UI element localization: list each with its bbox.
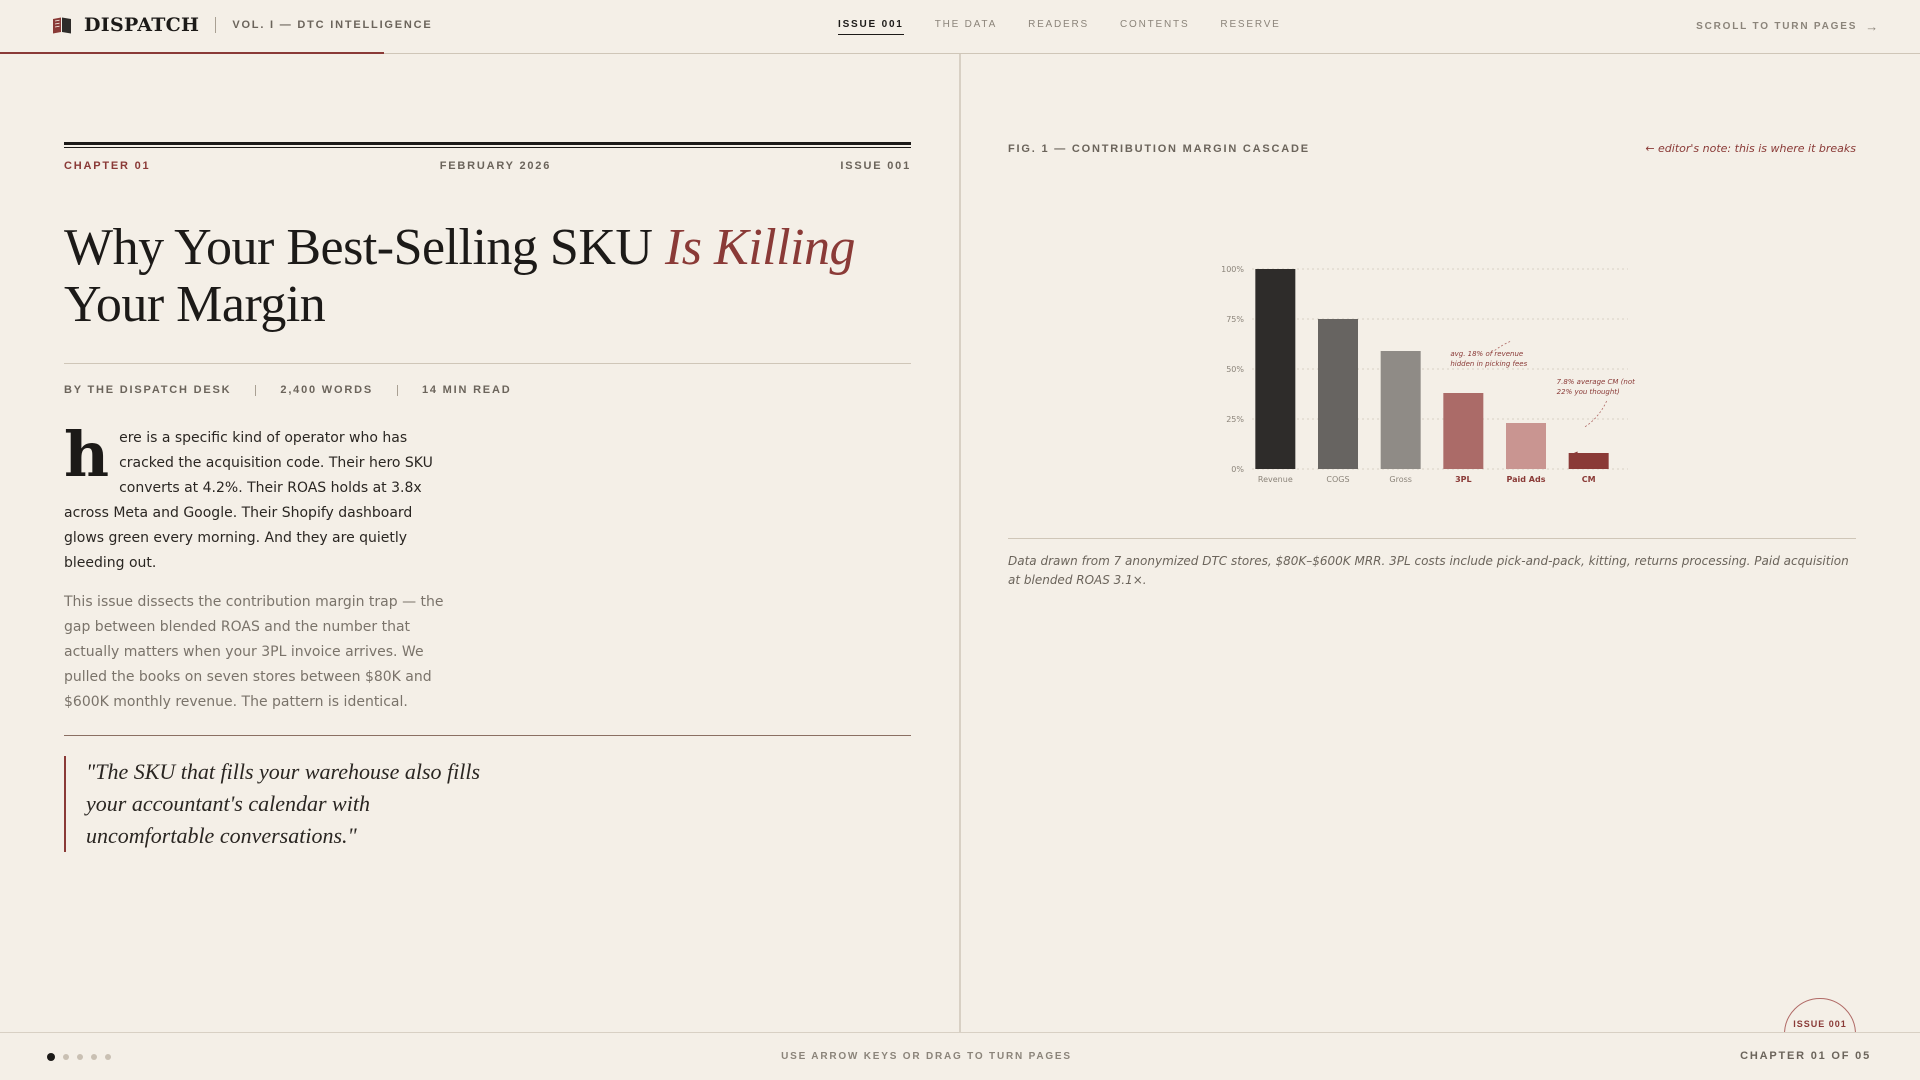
issue-stamp[interactable]: ISSUE 001 xyxy=(1784,998,1856,1032)
page-spine xyxy=(959,54,961,1032)
bar-3pl xyxy=(1443,393,1484,469)
chart-svg: 0% 25% 50% 75% 100% Revenue COGS Gross 3PL Paid A… xyxy=(1221,265,1635,484)
headline-tail: Your Margin xyxy=(64,276,326,333)
arrow-right-icon: → xyxy=(1865,19,1880,34)
y-tick-label: 75% xyxy=(1226,315,1244,324)
headline-lead: Why Your Best-Selling SKU xyxy=(64,219,665,276)
book-icon xyxy=(52,16,72,34)
nav-issue[interactable]: ISSUE 001 xyxy=(838,19,904,35)
caption-rule xyxy=(1008,538,1856,539)
drop-cap: h xyxy=(64,418,110,491)
footer-hint: USE ARROW KEYS OR DRAG TO TURN PAGES xyxy=(781,1051,1072,1062)
y-tick-label: 50% xyxy=(1226,365,1244,374)
annotation-3pl-text: avg. 18% of revenue xyxy=(1450,350,1523,358)
bar-cm xyxy=(1568,453,1609,469)
issue-stamp-clip: ISSUE 001 xyxy=(1770,990,1870,1032)
pull-quote: "The SKU that fills your warehouse also … xyxy=(64,756,484,852)
byline-divider xyxy=(396,384,398,396)
bar-revenue xyxy=(1255,269,1296,469)
bar-gross xyxy=(1380,351,1421,469)
author: BY THE DISPATCH DESK xyxy=(64,384,232,396)
brand[interactable]: DISPATCH VOL. I — DTC INTELLIGENCE xyxy=(52,14,433,36)
second-paragraph: This issue dissects the contribution mar… xyxy=(64,594,444,710)
y-tick-label: 0% xyxy=(1231,465,1244,474)
footer: USE ARROW KEYS OR DRAG TO TURN PAGES CHA… xyxy=(0,1032,1920,1080)
figure-header: FIG. 1 — CONTRIBUTION MARGIN CASCADE ← e… xyxy=(1008,142,1856,155)
annotation-3pl-text: hidden in picking fees xyxy=(1450,360,1527,368)
figure-caption: Data drawn from 7 anonymized DTC stores,… xyxy=(1008,554,1849,587)
reading-progress xyxy=(0,52,384,54)
byline-rule xyxy=(64,363,911,364)
lead-text: ere is a specific kind of operator who h… xyxy=(64,430,433,571)
article-headline: Why Your Best-Selling SKU Is Killing Your… xyxy=(64,219,911,333)
issue-date: FEBRUARY 2026 xyxy=(439,160,552,172)
scroll-hint-label: SCROLL TO TURN PAGES xyxy=(1696,21,1858,32)
x-tick-label: 3PL xyxy=(1455,475,1472,482)
editor-note: ← editor's note: this is where it breaks xyxy=(1645,142,1856,155)
brand-divider xyxy=(215,17,217,33)
nav-reserve[interactable]: RESERVE xyxy=(1220,19,1280,35)
brand-name: DISPATCH xyxy=(84,14,200,36)
y-tick-label: 25% xyxy=(1226,415,1244,424)
article-meta: CHAPTER 01 FEBRUARY 2026 ISSUE 001 xyxy=(64,160,911,172)
x-tick-label: Gross xyxy=(1389,475,1412,482)
bar-paid-ads xyxy=(1506,423,1546,469)
chapter-counter: CHAPTER 01 OF 05 xyxy=(1740,1050,1871,1062)
x-tick-label: Paid Ads xyxy=(1507,475,1546,482)
article-page: CHAPTER 01 FEBRUARY 2026 ISSUE 001 Why Y… xyxy=(64,142,911,852)
masthead-rule xyxy=(64,142,911,148)
chapter-label: CHAPTER 01 xyxy=(64,160,151,172)
annotation-cm-leader xyxy=(1584,400,1608,428)
y-tick-label: 100% xyxy=(1221,265,1244,274)
figure-page: FIG. 1 — CONTRIBUTION MARGIN CASCADE ← e… xyxy=(1008,142,1856,587)
nav-data[interactable]: THE DATA xyxy=(935,19,997,35)
word-count: 2,400 WORDS xyxy=(280,384,373,396)
figure-title: FIG. 1 — CONTRIBUTION MARGIN CASCADE xyxy=(1008,143,1310,155)
headline-accent: Is Killing xyxy=(664,219,856,276)
byline: BY THE DISPATCH DESK 2,400 WORDS 14 MIN … xyxy=(64,384,911,396)
x-tick-label: Revenue xyxy=(1258,475,1293,482)
issue-number: ISSUE 001 xyxy=(840,160,911,172)
read-time: 14 MIN READ xyxy=(421,384,512,396)
nav-contents[interactable]: CONTENTS xyxy=(1120,19,1189,35)
bar-cogs xyxy=(1318,319,1358,469)
volume-label: VOL. I — DTC INTELLIGENCE xyxy=(232,19,433,31)
article-body: h ere is a specific kind of operator who … xyxy=(64,418,446,715)
top-bar: DISPATCH VOL. I — DTC INTELLIGENCE ISSUE… xyxy=(0,0,1920,54)
main-nav: ISSUE 001 THE DATA READERS CONTENTS RESE… xyxy=(838,19,1312,35)
x-tick-label: COGS xyxy=(1326,475,1349,482)
quote-rule xyxy=(64,735,911,736)
byline-divider xyxy=(255,384,257,396)
nav-readers[interactable]: READERS xyxy=(1028,19,1089,35)
lead-paragraph: h ere is a specific kind of operator who … xyxy=(64,418,446,576)
annotation-cm-text: 7.8% average CM (not xyxy=(1557,378,1635,386)
x-tick-label: CM xyxy=(1582,475,1596,482)
scroll-hint[interactable]: SCROLL TO TURN PAGES → xyxy=(1696,19,1880,34)
annotation-cm-text: 22% you thought) xyxy=(1557,388,1620,396)
margin-cascade-chart: 0% 25% 50% 75% 100% Revenue COGS Gross 3PL Paid A… xyxy=(1008,192,1856,484)
